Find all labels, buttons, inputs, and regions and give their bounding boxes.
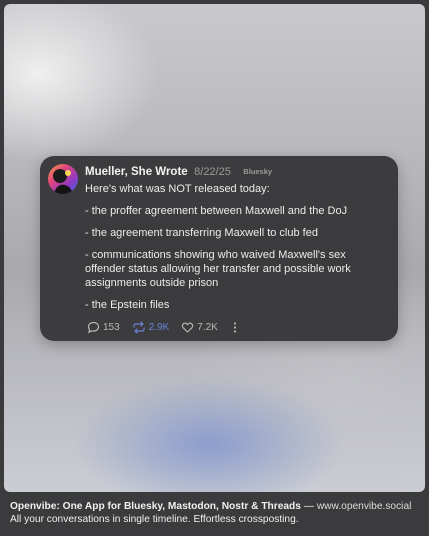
post-text: Here's what was NOT released today: - th…	[85, 182, 385, 312]
footer-headline: Openvibe: One App for Bluesky, Mastodon,…	[10, 501, 301, 512]
repost-button[interactable]: 2.9K	[132, 320, 170, 334]
like-button[interactable]: 7.2K	[181, 321, 218, 334]
platform-label: Bluesky	[243, 167, 273, 176]
speech-bubble-icon	[87, 321, 100, 334]
post-paragraph: - the agreement transferring Maxwell to …	[85, 227, 318, 239]
heart-icon	[182, 322, 194, 333]
reply-button[interactable]: 153	[87, 321, 120, 334]
post-card[interactable]: Mueller, She Wrote 8/22/25 Bluesky Here'…	[40, 156, 398, 341]
gradient-background: Mueller, She Wrote 8/22/25 Bluesky Here'…	[4, 4, 425, 492]
share-image-frame: Mueller, She Wrote 8/22/25 Bluesky Here'…	[0, 0, 429, 536]
vertical-ellipsis-icon	[233, 321, 236, 333]
post-date[interactable]: 8/22/25	[194, 166, 231, 178]
more-options-button[interactable]	[232, 321, 238, 334]
footer-tagline: All your conversations in single timelin…	[10, 514, 299, 525]
footer-line-1: Openvibe: One App for Bluesky, Mastodon,…	[10, 500, 422, 513]
author-name[interactable]: Mueller, She Wrote	[85, 166, 188, 178]
post-actions: 153 2.9K 7.2K	[87, 320, 238, 334]
footer-separator: —	[300, 501, 317, 512]
repost-arrows-icon	[133, 320, 145, 334]
promo-footer: Openvibe: One App for Bluesky, Mastodon,…	[10, 500, 422, 526]
post-paragraph: - the Epstein files	[85, 299, 170, 311]
post-header: Mueller, She Wrote 8/22/25 Bluesky	[85, 164, 272, 180]
like-count: 7.2K	[197, 321, 218, 333]
post-paragraph: - the proffer agreement between Maxwell …	[85, 205, 348, 217]
repost-count: 2.9K	[148, 321, 170, 333]
reply-count: 153	[103, 321, 120, 333]
avatar[interactable]	[48, 164, 78, 194]
footer-url[interactable]: www.openvibe.social	[317, 501, 412, 512]
post-paragraph: - communications showing who waived Maxw…	[85, 249, 351, 289]
post-paragraph: Here's what was NOT released today:	[85, 183, 270, 195]
